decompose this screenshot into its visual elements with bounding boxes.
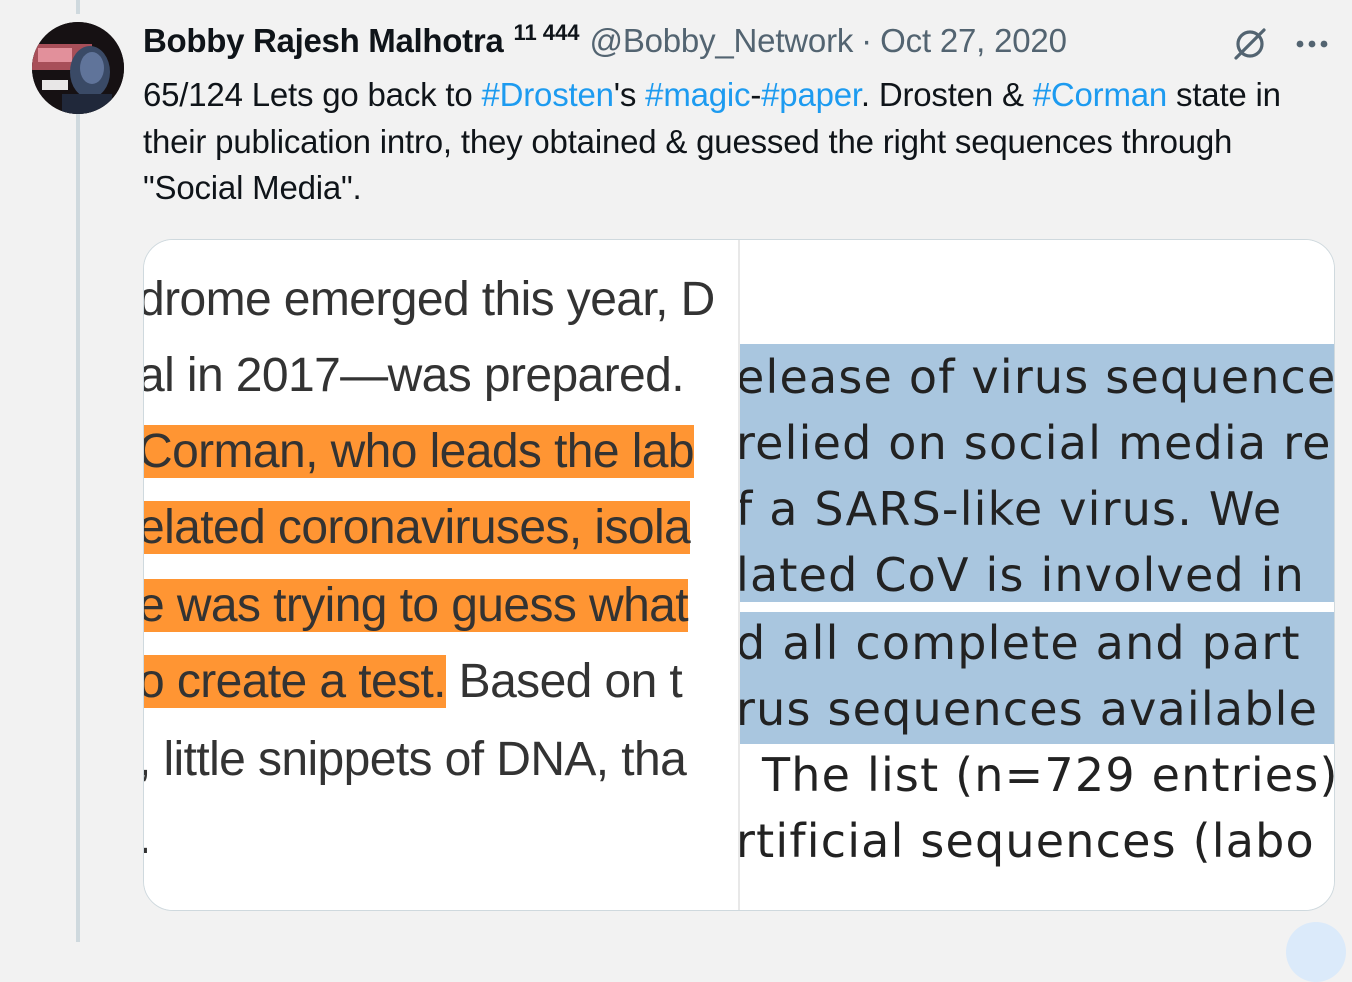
- thread-line-top: [76, 0, 80, 14]
- tweet-text-segment: 65/124 Lets go back to: [143, 76, 482, 113]
- article-excerpt-left: drome emerged this year, D al in 2017—wa…: [144, 240, 738, 910]
- paper-excerpt-right: elease of virus sequences relied on soci…: [740, 240, 1334, 910]
- author-handle[interactable]: @Bobby_Network: [590, 22, 854, 60]
- article-line: drome emerged this year, D: [144, 273, 715, 326]
- article-line: al in 2017—was prepared.: [144, 349, 685, 402]
- tweet-text-segment: 's: [613, 76, 646, 113]
- avatar[interactable]: [32, 22, 124, 114]
- author-superscript: 11 444: [513, 20, 580, 45]
- paper-line: d all complete and part: [740, 616, 1301, 670]
- article-line-highlighted: e was trying to guess what: [144, 578, 689, 633]
- tweet-media-image[interactable]: drome emerged this year, D al in 2017—wa…: [143, 239, 1335, 911]
- hashtag-magic[interactable]: #magic: [645, 76, 750, 113]
- tweet-date[interactable]: Oct 27, 2020: [880, 22, 1067, 60]
- paper-line: lated CoV is involved in: [740, 548, 1306, 602]
- thread-connector-line: [76, 112, 80, 942]
- article-line-highlighted: o create a test. Based on t: [144, 654, 683, 709]
- hashtag-paper[interactable]: #paper: [761, 76, 861, 113]
- floating-action-button-edge[interactable]: [1286, 922, 1346, 982]
- article-line-highlighted: Corman, who leads the lab: [144, 424, 695, 479]
- article-line: .: [144, 810, 151, 865]
- hashtag-corman[interactable]: #Corman: [1033, 76, 1168, 113]
- author-name[interactable]: Bobby Rajesh Malhotra: [143, 22, 504, 60]
- tweet-text: 65/124 Lets go back to #Drosten's #magic…: [143, 72, 1293, 212]
- paper-line: The list (n=729 entries): [762, 748, 1334, 802]
- tweet-header: Bobby Rajesh Malhotra 11 444 @Bobby_Netw…: [143, 20, 1243, 66]
- paper-line: f a SARS-like virus. We: [740, 482, 1283, 536]
- paper-line: elease of virus sequences: [740, 350, 1334, 404]
- avatar-image: [32, 22, 124, 114]
- hashtag-drosten[interactable]: #Drosten: [481, 76, 614, 113]
- article-line-highlighted: elated coronaviruses, isola: [144, 500, 691, 555]
- header-separator: ·: [861, 22, 873, 59]
- paper-line: relied on social media re: [740, 416, 1332, 470]
- paper-line: rus sequences available: [740, 682, 1319, 736]
- paper-line: rtificial sequences (labo: [740, 814, 1315, 868]
- more-options-icon[interactable]: [1292, 28, 1332, 60]
- grok-icon[interactable]: [1228, 22, 1272, 66]
- tweet-text-segment: . Drosten &: [860, 76, 1033, 113]
- article-line: , little snippets of DNA, tha: [144, 733, 687, 786]
- tweet-text-segment: -: [750, 76, 762, 113]
